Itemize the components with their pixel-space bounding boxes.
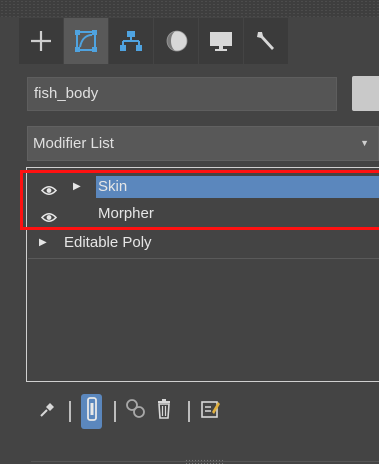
toolbar-separator xyxy=(114,401,116,422)
stack-item-morpher[interactable]: Morpher xyxy=(28,203,379,225)
tab-utilities[interactable] xyxy=(244,18,289,64)
stack-item-label: Editable Poly xyxy=(64,234,152,251)
remove-modifier-button[interactable] xyxy=(153,392,175,430)
panel-header-grip xyxy=(0,0,379,17)
stack-item-label: Morpher xyxy=(98,205,154,222)
stack-item-label: Skin xyxy=(98,178,128,195)
tab-modify[interactable] xyxy=(64,18,109,64)
expand-triangle-icon[interactable]: ▶ xyxy=(73,176,81,198)
modifier-stack-toolbar xyxy=(27,392,379,430)
expand-triangle-icon[interactable]: ▶ xyxy=(39,232,47,254)
stack-item-skin[interactable]: ▶ Skin xyxy=(28,176,379,198)
pin-stack-icon xyxy=(39,400,57,423)
configure-modifier-sets-button[interactable] xyxy=(199,392,223,430)
modifier-stack: ▶ Skin Morpher ▶ Editable Poly xyxy=(26,167,379,382)
eye-icon[interactable] xyxy=(40,181,58,203)
stack-divider xyxy=(28,258,379,259)
pin-stack-button[interactable] xyxy=(37,392,59,430)
show-end-result-icon xyxy=(86,397,97,426)
object-name-text: fish_body xyxy=(34,85,99,102)
tab-create[interactable] xyxy=(19,18,64,64)
modifier-list-label: Modifier List xyxy=(33,135,114,152)
tab-hierarchy[interactable] xyxy=(109,18,154,64)
make-unique-icon xyxy=(125,398,147,424)
object-name-field[interactable]: fish_body xyxy=(27,77,337,111)
eye-icon[interactable] xyxy=(40,208,58,230)
motion-sphere-icon xyxy=(163,29,189,53)
object-color-swatch[interactable] xyxy=(352,76,379,111)
modifier-list-dropdown[interactable]: Modifier List ▼ xyxy=(27,126,379,161)
plus-icon xyxy=(29,29,53,53)
show-end-result-button[interactable] xyxy=(81,394,102,429)
resize-grip[interactable] xyxy=(185,459,225,464)
command-panel-tabs xyxy=(19,18,289,64)
hierarchy-icon xyxy=(119,29,143,53)
remove-modifier-icon xyxy=(156,398,172,424)
tab-display[interactable] xyxy=(199,18,244,64)
toolbar-separator xyxy=(188,401,190,422)
stack-item-editable-poly[interactable]: ▶ Editable Poly xyxy=(28,232,379,254)
toolbar-separator xyxy=(69,401,71,422)
configure-modifier-sets-icon xyxy=(201,399,221,424)
tab-motion[interactable] xyxy=(154,18,199,64)
selection-highlight xyxy=(96,176,379,198)
modify-curve-icon xyxy=(74,29,98,53)
make-unique-button[interactable] xyxy=(124,392,148,430)
wrench-icon xyxy=(254,29,278,53)
monitor-icon xyxy=(208,29,234,53)
chevron-down-icon: ▼ xyxy=(360,138,369,148)
